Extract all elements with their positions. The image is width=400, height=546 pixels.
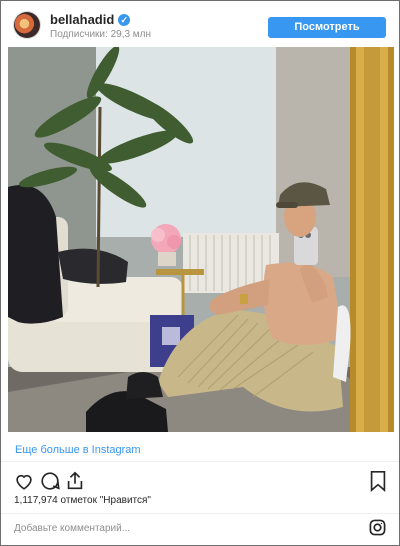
comment-icon[interactable] [39,470,61,492]
action-bar [1,470,399,494]
verified-badge-icon: ✓ [118,13,131,26]
follower-count: Подписчики: 29,3 млн [50,29,152,40]
instagram-icon[interactable] [369,519,386,536]
share-icon[interactable] [64,470,86,492]
photo-illustration [8,47,394,432]
bookmark-icon[interactable] [368,470,390,492]
post-photo[interactable] [8,47,394,432]
avatar[interactable] [14,12,40,38]
view-profile-button[interactable]: Посмотреть профиль [268,17,386,54]
like-count: 1,117,974 отметок "Нравится" [14,495,151,506]
divider [1,513,399,514]
divider [1,461,399,462]
heart-icon[interactable] [13,470,35,492]
username[interactable]: bellahadid [50,12,114,27]
instagram-embed-card: bellahadid ✓ Подписчики: 29,3 млн Посмот… [0,0,400,546]
more-on-instagram-link[interactable]: Еще больше в Instagram [15,444,141,456]
username-row[interactable]: bellahadid ✓ [50,12,131,27]
comment-input[interactable] [14,520,354,536]
post-header: bellahadid ✓ Подписчики: 29,3 млн Посмот… [1,1,399,54]
